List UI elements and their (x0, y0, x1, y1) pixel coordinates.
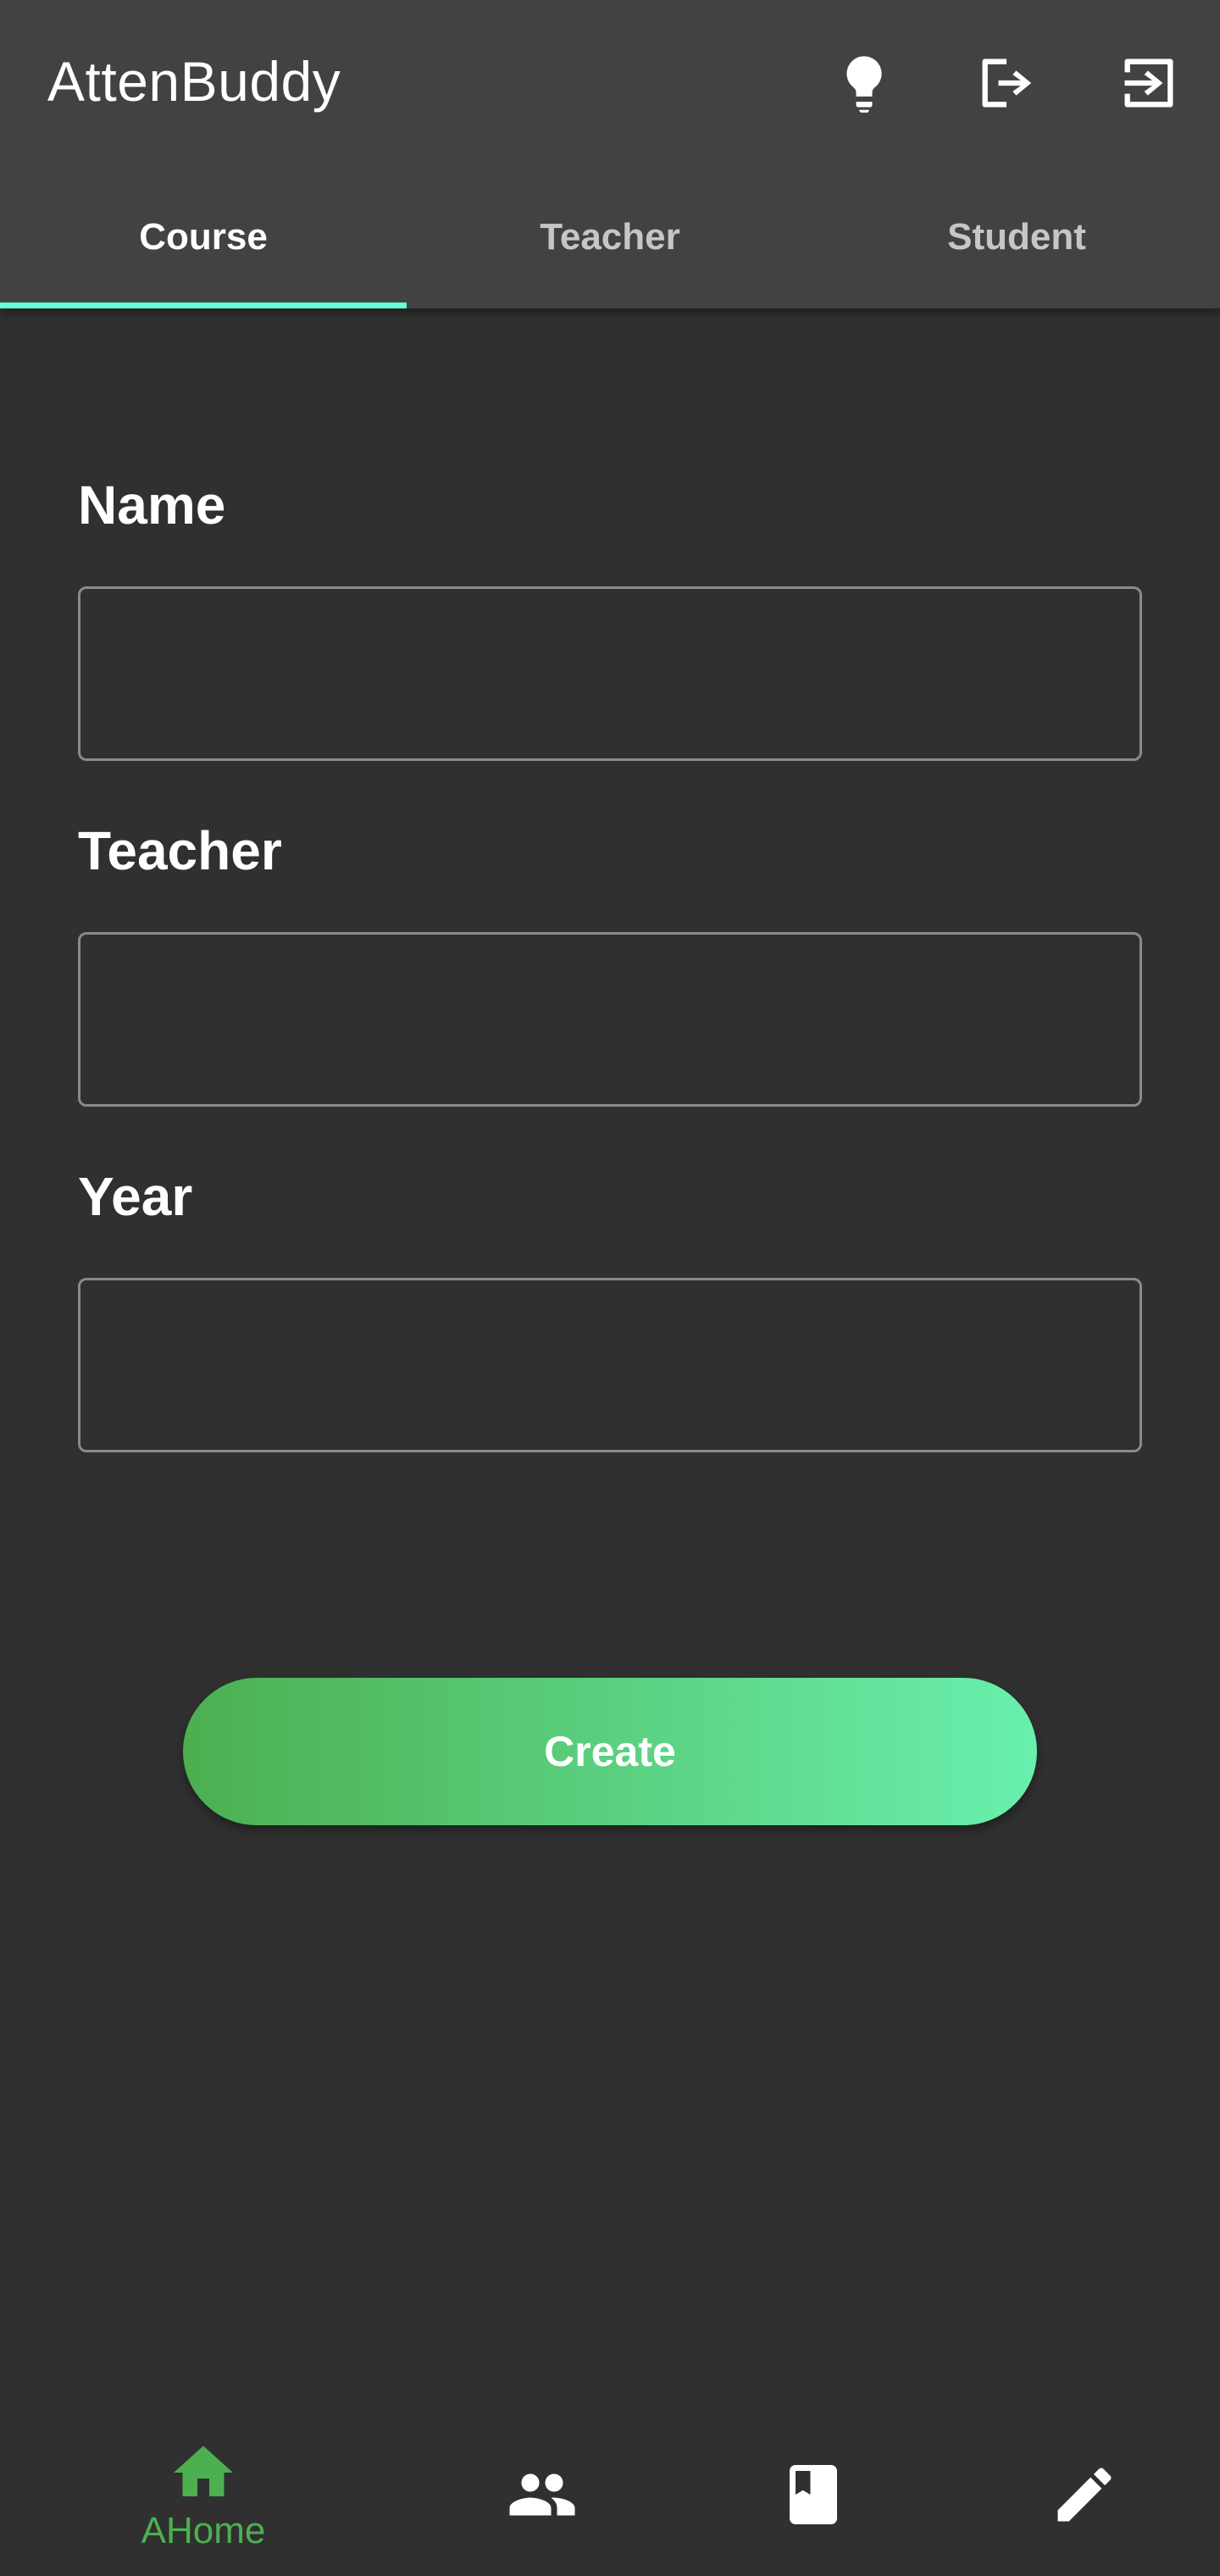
app-title: AttenBuddy (47, 50, 341, 113)
name-label: Name (78, 475, 226, 536)
book-icon (790, 2465, 837, 2524)
tab-teacher-label: Teacher (540, 216, 680, 258)
logout-icon[interactable] (968, 44, 1045, 122)
people-icon (509, 2473, 575, 2516)
nav-item-home[interactable]: AHome (119, 2413, 288, 2576)
tab-course[interactable]: Course (0, 166, 407, 308)
teacher-label: Teacher (78, 820, 282, 881)
lightbulb-icon[interactable] (825, 44, 903, 122)
year-label: Year (78, 1166, 193, 1227)
pencil-icon (1057, 2468, 1112, 2522)
create-button[interactable]: Create (183, 1678, 1037, 1825)
login-icon[interactable] (1110, 44, 1188, 122)
teacher-input[interactable] (78, 932, 1142, 1107)
tab-indicator (0, 303, 407, 308)
toolbar: AttenBuddy (0, 0, 1220, 166)
tab-bar: Course Teacher Student (0, 166, 1220, 308)
tab-student[interactable]: Student (813, 166, 1220, 308)
nav-item-edit[interactable] (1000, 2413, 1169, 2576)
bottom-navigation: AHome (0, 2413, 1220, 2576)
app-bar: AttenBuddy Course Teacher Student (0, 0, 1220, 308)
course-form: Name Teacher Year (78, 475, 1142, 1512)
nav-item-people[interactable] (458, 2413, 627, 2576)
tab-teacher[interactable]: Teacher (407, 166, 813, 308)
tab-student-label: Student (947, 216, 1086, 258)
name-input[interactable] (78, 586, 1142, 761)
home-icon (174, 2446, 233, 2496)
nav-item-book[interactable] (729, 2413, 898, 2576)
tab-course-label: Course (139, 216, 268, 258)
year-input[interactable] (78, 1278, 1142, 1452)
nav-home-label: AHome (141, 2510, 266, 2551)
